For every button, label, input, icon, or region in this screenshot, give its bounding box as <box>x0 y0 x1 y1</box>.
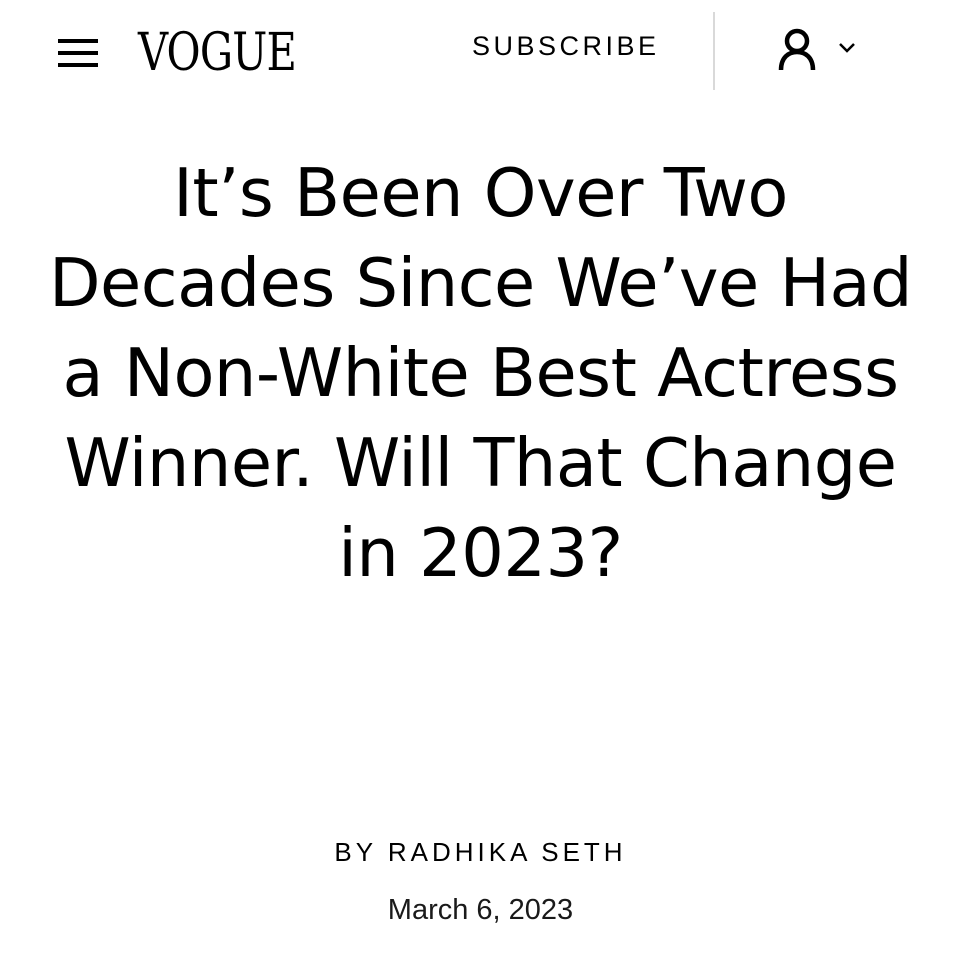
menu-button[interactable] <box>58 38 98 68</box>
account-menu-button[interactable] <box>778 28 868 76</box>
top-nav-bar: VOGUE SUBSCRIBE <box>0 0 961 100</box>
vogue-logo[interactable]: VOGUE <box>138 20 297 86</box>
chevron-down-icon <box>839 43 855 53</box>
publish-date: March 6, 2023 <box>387 894 574 926</box>
article-headline: It’s Been Over Two Decades Since We’ve H… <box>48 154 913 592</box>
hamburger-menu-icon <box>58 39 98 67</box>
subscribe-link[interactable]: SUBSCRIBE <box>472 28 660 64</box>
header-divider <box>713 12 715 90</box>
article-byline: BY RADHIKA SETH <box>334 837 627 867</box>
user-icon <box>778 28 816 71</box>
